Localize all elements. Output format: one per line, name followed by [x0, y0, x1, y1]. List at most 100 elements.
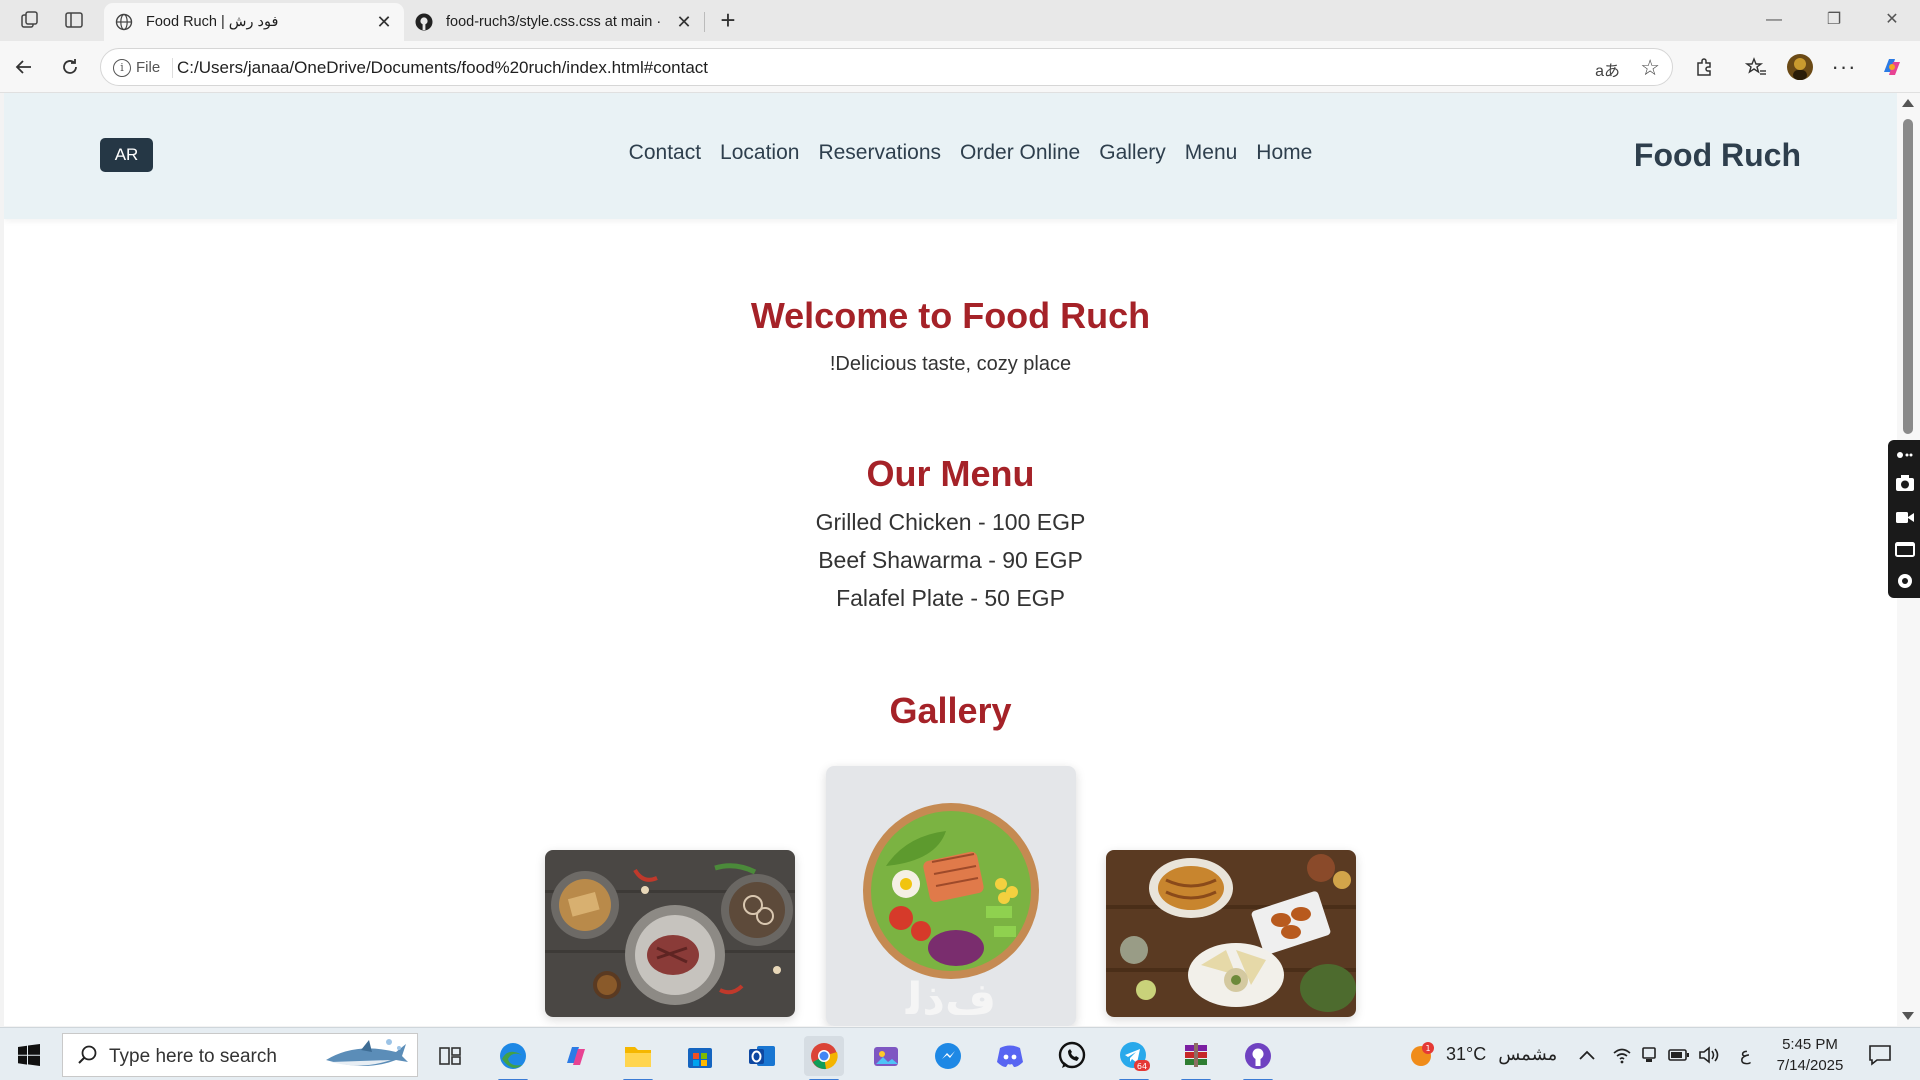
omni-divider — [172, 58, 173, 78]
nav-link-reservations[interactable]: Reservations — [818, 141, 941, 165]
scroll-down-icon[interactable] — [1902, 1012, 1914, 1020]
edge-browser-icon[interactable] — [493, 1036, 533, 1080]
settings-small-icon[interactable] — [1895, 446, 1915, 464]
workspaces-icon[interactable] — [20, 10, 40, 30]
gallery-image-salad-bowl[interactable]: ﻑﺫﻟ — [826, 766, 1076, 1026]
nav-link-location[interactable]: Location — [720, 141, 799, 165]
github-desktop-icon[interactable] — [1238, 1036, 1278, 1080]
address-toolbar: i File C:/Users/janaa/OneDrive/Documents… — [0, 41, 1920, 93]
main-nav: Contact Location Reservations Order Onli… — [4, 141, 1897, 165]
favorites-icon[interactable] — [1742, 53, 1770, 81]
site-info-icon[interactable]: i — [113, 59, 131, 77]
search-placeholder: Type here to search — [109, 1046, 277, 1067]
gallery-image-feast[interactable] — [1106, 850, 1356, 1017]
page-viewport: AR Contact Location Reservations Order O… — [4, 93, 1897, 1026]
volume-icon[interactable] — [1698, 1028, 1720, 1080]
network-icon[interactable] — [1612, 1028, 1632, 1080]
discord-icon[interactable] — [990, 1036, 1030, 1076]
hero-section: Welcome to Food Ruch !Delicious taste, c… — [4, 295, 1897, 376]
nav-link-home[interactable]: Home — [1256, 141, 1312, 165]
battery-icon[interactable] — [1668, 1028, 1690, 1080]
weather-badge: 1 — [1425, 1044, 1430, 1053]
extensions-icon[interactable] — [1690, 53, 1718, 81]
refresh-icon[interactable] — [56, 53, 84, 81]
more-options-icon[interactable]: ··· — [1830, 53, 1858, 81]
vertical-tabs-icon[interactable] — [64, 10, 84, 30]
scroll-up-icon[interactable] — [1902, 99, 1914, 107]
site-brand[interactable]: Food Ruch — [1634, 137, 1801, 174]
chevron-up-icon — [1579, 1050, 1595, 1060]
gallery-title: Gallery — [889, 690, 1012, 731]
telegram-icon[interactable]: 64 — [1114, 1036, 1154, 1080]
windows-taskbar: Type here to search 64 1 31°C مشمس ع 5:4… — [0, 1027, 1920, 1080]
back-icon[interactable] — [10, 53, 38, 81]
gallery-section: Gallery — [4, 690, 1897, 732]
tab-title: food-ruch3/style.css.css at main · — [446, 14, 662, 30]
windows-start-icon[interactable] — [18, 1044, 40, 1066]
url-text[interactable]: C:/Users/janaa/OneDrive/Documents/food%2… — [177, 58, 708, 78]
telegram-badge: 64 — [1137, 1062, 1147, 1071]
capture-toolbar — [1888, 440, 1920, 598]
gallery-image-plates[interactable] — [545, 850, 795, 1017]
outlook-icon[interactable] — [742, 1036, 782, 1076]
close-tab-icon[interactable]: ✕ — [372, 10, 396, 34]
photos-app-icon[interactable] — [866, 1036, 906, 1076]
minimize-icon[interactable]: — — [1762, 8, 1786, 32]
sun-icon: 1 — [1411, 1041, 1434, 1066]
globe-icon — [114, 12, 134, 32]
chrome-icon[interactable] — [804, 1036, 844, 1080]
search-icon — [78, 1045, 97, 1064]
read-aloud-icon[interactable]: aあ — [1595, 57, 1620, 81]
microsoft-store-icon[interactable] — [680, 1036, 720, 1076]
window-capture-icon[interactable] — [1895, 540, 1915, 558]
task-view-icon[interactable] — [430, 1036, 470, 1076]
weather-condition: مشمس — [1498, 1044, 1558, 1064]
close-window-icon[interactable]: ✕ — [1880, 8, 1904, 32]
favorite-star-icon[interactable]: ☆ — [1640, 55, 1660, 81]
tab-food-ruch[interactable]: Food Ruch | فود رش ✕ — [104, 3, 404, 41]
weather-temp: 31°C — [1446, 1044, 1487, 1064]
nav-link-menu[interactable]: Menu — [1185, 141, 1238, 165]
taskbar-clock[interactable]: 5:45 PM 7/14/2025 — [1770, 1034, 1850, 1076]
weather-widget[interactable]: 1 31°C مشمس — [1408, 1028, 1557, 1080]
camera-icon[interactable] — [1895, 474, 1915, 492]
address-bar[interactable]: i File C:/Users/janaa/OneDrive/Documents… — [100, 48, 1673, 86]
tab-title: Food Ruch | فود رش — [146, 14, 279, 30]
taskbar-search[interactable]: Type here to search — [62, 1033, 418, 1077]
hero-subtitle: !Delicious taste, cozy place — [829, 353, 1072, 375]
clock-time: 5:45 PM — [1782, 1036, 1838, 1053]
site-header: AR Contact Location Reservations Order O… — [4, 93, 1897, 219]
profile-avatar[interactable] — [1786, 53, 1814, 81]
menu-title: Our Menu — [866, 453, 1035, 494]
video-icon[interactable] — [1895, 508, 1915, 526]
tab-github[interactable]: food-ruch3/style.css.css at main · ✕ — [404, 3, 704, 41]
search-highlight-shark-icon — [326, 1039, 408, 1066]
svg-text:ﻑﺫﻟ: ﻑﺫﻟ — [905, 974, 996, 1025]
notifications-icon[interactable] — [1868, 1028, 1892, 1080]
close-tab-icon[interactable]: ✕ — [672, 10, 696, 34]
nav-link-order-online[interactable]: Order Online — [960, 141, 1080, 165]
show-hidden-icons[interactable] — [1578, 1028, 1596, 1080]
tab-divider — [704, 12, 705, 32]
hero-title: Welcome to Food Ruch — [750, 295, 1151, 336]
menu-item: Falafel Plate - 50 EGP — [836, 585, 1065, 611]
nav-link-contact[interactable]: Contact — [629, 141, 701, 165]
menu-item: Beef Shawarma - 90 EGP — [818, 547, 1083, 573]
messenger-app-icon[interactable] — [928, 1036, 968, 1076]
menu-item: Grilled Chicken - 100 EGP — [815, 509, 1086, 535]
copilot-icon[interactable] — [1878, 53, 1906, 81]
clock-date: 7/14/2025 — [1776, 1057, 1844, 1074]
nav-link-gallery[interactable]: Gallery — [1099, 141, 1166, 165]
winrar-icon[interactable] — [1176, 1036, 1216, 1080]
input-language-indicator[interactable]: ع — [1740, 1028, 1751, 1080]
gear-icon[interactable] — [1895, 572, 1915, 590]
device-icon[interactable] — [1640, 1028, 1658, 1080]
restore-icon[interactable]: ❐ — [1822, 8, 1846, 32]
new-tab-button[interactable]: + — [713, 6, 743, 36]
gallery-grid: ﻑﺫﻟ — [4, 761, 1897, 1026]
tab-strip: Food Ruch | فود رش ✕ food-ruch3/style.cs… — [0, 0, 1920, 41]
whatsapp-icon[interactable] — [1052, 1036, 1092, 1076]
copilot-app-icon[interactable] — [556, 1036, 596, 1076]
file-explorer-icon[interactable] — [618, 1036, 658, 1080]
scroll-thumb[interactable] — [1903, 119, 1913, 434]
